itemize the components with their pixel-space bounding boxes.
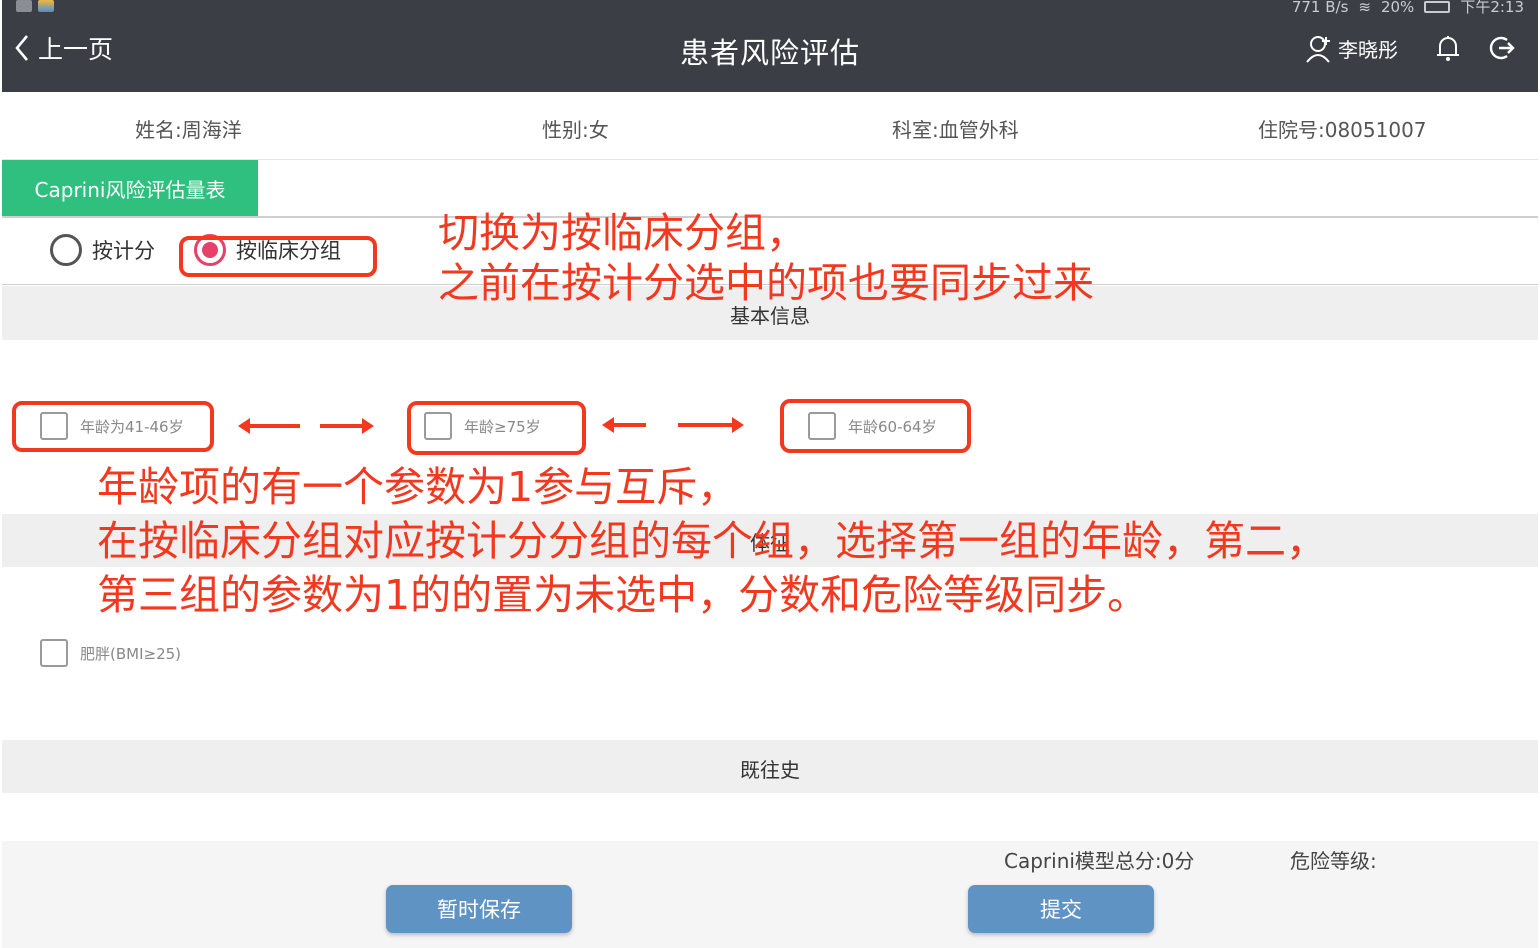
submit-button[interactable]: 提交: [968, 885, 1154, 933]
patient-name: 姓名:周海洋: [135, 118, 242, 142]
radio-by-score[interactable]: 按计分: [50, 234, 155, 266]
wifi-icon: ≋: [1358, 0, 1371, 16]
checkbox-obesity-box[interactable]: [40, 639, 68, 667]
annotation-note-1-line-1: 切换为按临床分组，: [438, 209, 807, 257]
annotation-box-age-75-plus: [407, 401, 586, 455]
user-icon: [1306, 35, 1330, 63]
annotation-note-2-line-3: 第三组的参数为1的的置为未选中，分数和危险等级同步。: [97, 571, 1149, 619]
battery-icon: [1424, 0, 1451, 13]
arrow-right-icon: [320, 418, 374, 434]
logout-icon[interactable]: [1487, 34, 1515, 62]
patient-gender: 性别:女: [542, 118, 609, 142]
radio-by-score-dot[interactable]: [50, 234, 82, 266]
checkbox-obesity-label: 肥胖(BMI≥25): [80, 644, 182, 663]
user-name: 李晓彤: [1338, 38, 1398, 62]
risk-level: 危险等级:: [1290, 849, 1377, 873]
annotation-note-2-line-2: 在按临床分组对应按计分分组的每个组，选择第一组的年龄，第二，: [97, 517, 1327, 565]
checkbox-obesity[interactable]: 肥胖(BMI≥25): [40, 639, 181, 667]
tab-caprini[interactable]: Caprini风险评估量表: [2, 160, 258, 216]
gallery-icon: [16, 0, 32, 12]
annotation-note-2-line-1: 年龄项的有一个参数为1参与互斥，: [97, 463, 739, 511]
save-draft-button[interactable]: 暂时保存: [386, 885, 572, 933]
annotation-note-2: 年龄项的有一个参数为1参与互斥， 在按临床分组对应按计分分组的每个组，选择第一组…: [97, 460, 1327, 622]
app-header: 771 B/s ≋ 20% 下午2:13 上一页 患者风险评估 李晓彤: [2, 0, 1538, 92]
status-bar-right: 771 B/s ≋ 20% 下午2:13: [1292, 0, 1524, 17]
arrow-right-icon: [678, 417, 744, 433]
arrow-left-icon: [238, 418, 300, 434]
radio-by-score-label: 按计分: [92, 239, 155, 263]
annotation-note-1: 切换为按临床分组， 之前在按计分选中的项也要同步过来: [438, 208, 1094, 308]
section-history: 既往史: [2, 740, 1538, 793]
clock: 下午2:13: [1460, 0, 1524, 16]
arrow-left-icon: [602, 417, 646, 433]
battery-percent: 20%: [1380, 0, 1415, 16]
annotation-box-age-60-64: [780, 399, 971, 453]
status-bar-left: [16, 0, 54, 14]
user-menu[interactable]: 李晓彤: [1306, 34, 1398, 63]
annotation-box-age-41-46: [12, 401, 214, 452]
patient-department: 科室:血管外科: [892, 118, 1019, 142]
annotation-box-clinical: [179, 236, 377, 277]
total-score: Caprini模型总分:0分: [1004, 849, 1195, 873]
net-speed: 771 B/s: [1291, 0, 1349, 16]
bell-icon[interactable]: [1436, 34, 1460, 62]
annotation-note-1-line-2: 之前在按计分选中的项也要同步过来: [438, 259, 1094, 308]
section-history-title: 既往史: [740, 758, 800, 782]
patient-admission-no: 住院号:08051007: [1258, 118, 1427, 142]
app-icon: [38, 0, 54, 12]
patient-info-bar: 姓名:周海洋 性别:女 科室:血管外科 住院号:08051007: [2, 92, 1538, 160]
